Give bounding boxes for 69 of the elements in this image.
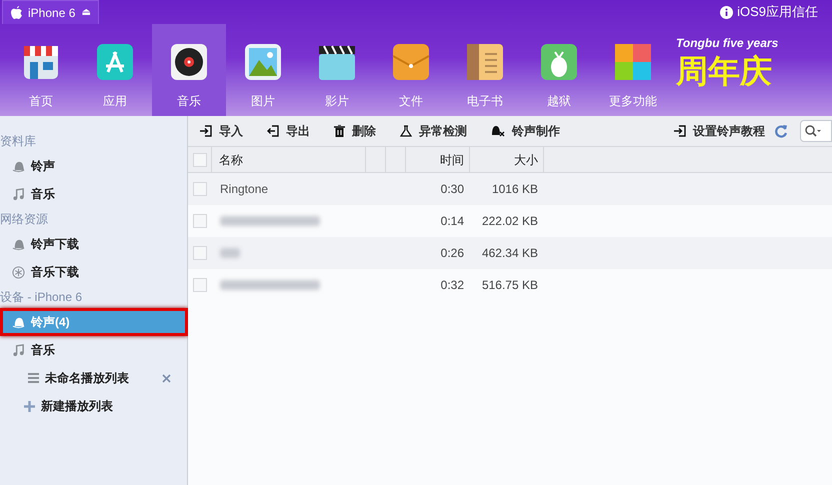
table-cell: 0:26 — [440, 246, 464, 260]
toolbar-button[interactable]: 删除 — [334, 122, 376, 140]
tiles-icon — [613, 42, 653, 82]
table-row[interactable]: 0:26 462.34 KB — [188, 237, 832, 269]
plus-icon — [24, 400, 35, 412]
import-icon — [674, 125, 686, 137]
toolbar-button[interactable]: 异常检测 — [400, 122, 467, 140]
sidebar-item[interactable]: 音乐 — [0, 336, 187, 364]
info-icon — [720, 6, 734, 18]
table-cell: 0:14 — [440, 214, 464, 228]
playlist-item[interactable]: 未命名播放列表 — [0, 369, 162, 387]
section-heading: 网络资源 — [0, 211, 49, 228]
refresh-icon[interactable] — [775, 124, 788, 138]
column-header[interactable]: 名称 — [212, 147, 366, 172]
table-cell: 0:32 — [440, 278, 464, 292]
table-row[interactable]: Ringtone 0:30 1016 KB — [188, 173, 832, 205]
toolbar-button[interactable]: 铃声制作 — [491, 122, 560, 140]
asterisk-circle-icon — [12, 266, 25, 278]
toolbar-button[interactable]: 导入 — [200, 122, 243, 140]
import-icon — [200, 125, 212, 137]
flask-icon — [400, 125, 412, 137]
table-cell: 516.75 KB — [482, 278, 538, 292]
apple-logo-icon — [11, 6, 22, 19]
device-tab[interactable]: iPhone 6 ⏏ — [2, 0, 100, 24]
banner-subtitle: Tongbu five years — [676, 35, 778, 52]
table-cell: 1016 KB — [492, 182, 538, 196]
banner-title: 周年庆 — [676, 52, 772, 90]
eject-icon: ⏏ — [81, 5, 90, 20]
trash-icon — [334, 125, 345, 137]
search-field[interactable] — [800, 120, 832, 142]
book-icon — [465, 42, 505, 82]
device-name: iPhone 6 — [28, 4, 76, 22]
table-cell: 462.34 KB — [482, 246, 538, 260]
music-note-icon — [12, 188, 25, 200]
table-cell: 222.02 KB — [482, 214, 538, 228]
sidebar-item[interactable]: 音乐下载 — [0, 258, 187, 286]
bell-icon — [12, 160, 25, 172]
envelope-icon — [391, 42, 431, 82]
export-icon — [267, 125, 279, 137]
pineapple-icon — [539, 42, 579, 82]
bell-edit-icon — [491, 125, 505, 137]
row-checkbox[interactable] — [193, 278, 207, 292]
music-note-icon — [12, 344, 25, 356]
column-header[interactable]: 大小 — [470, 147, 544, 172]
trust-link[interactable]: iOS9应用信任 — [737, 2, 818, 22]
sidebar-item[interactable]: 音乐 — [0, 180, 187, 208]
bell-icon — [12, 238, 25, 250]
section-heading: 设备 - iPhone 6 — [0, 289, 84, 306]
row-checkbox[interactable] — [193, 214, 207, 228]
search-icon — [805, 125, 821, 137]
row-checkbox[interactable] — [193, 246, 207, 260]
table-cell: Ringtone — [220, 182, 268, 196]
new-playlist-item[interactable]: 新建播放列表 — [0, 397, 171, 415]
sidebar-item[interactable]: 铃声 — [0, 152, 187, 180]
row-checkbox[interactable] — [193, 182, 207, 196]
bell-icon — [12, 316, 25, 328]
picture-icon — [243, 42, 283, 82]
list-icon — [28, 373, 39, 383]
column-header[interactable]: 时间 — [406, 147, 470, 172]
close-icon[interactable] — [162, 374, 171, 382]
tutorial-button[interactable]: 设置铃声教程 — [674, 122, 765, 140]
vinyl-record-icon — [169, 42, 209, 82]
section-heading: 资料库 — [0, 133, 37, 150]
app-store-icon — [95, 42, 135, 82]
table-cell: 0:30 — [440, 182, 464, 196]
sidebar-item[interactable]: 铃声下载 — [0, 230, 187, 258]
toolbar-button[interactable]: 导出 — [267, 122, 310, 140]
nav-tab[interactable]: 音乐 — [152, 24, 226, 116]
select-all-checkbox[interactable] — [192, 152, 206, 166]
